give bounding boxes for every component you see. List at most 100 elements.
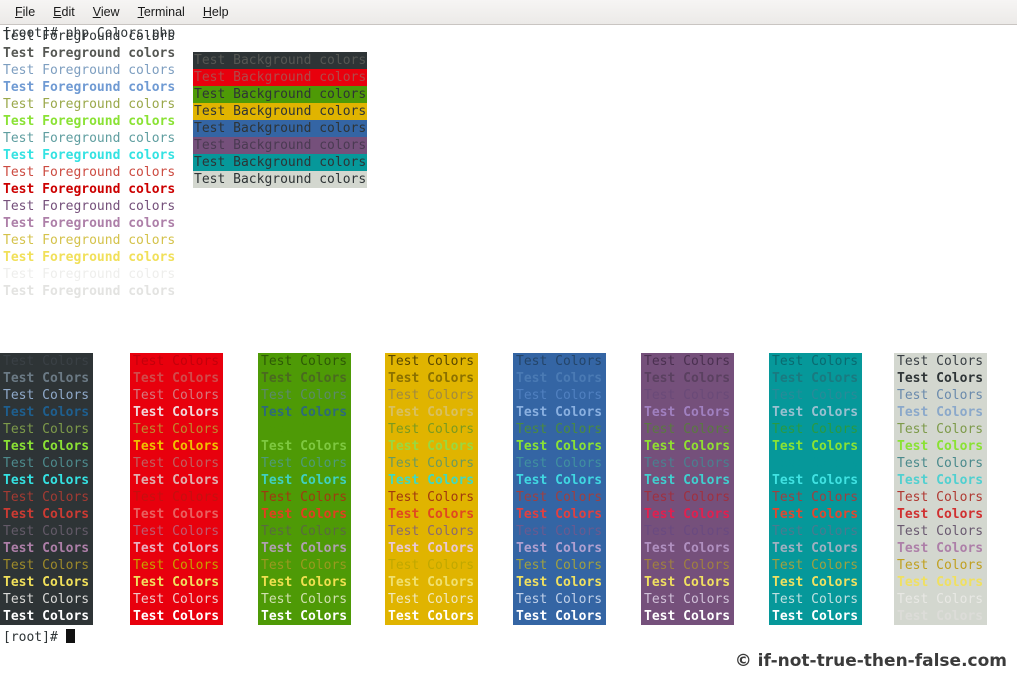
- menu-item-view[interactable]: View: [84, 3, 129, 21]
- block-row: Test Colors: [894, 489, 987, 506]
- block-row: Test Colors: [385, 421, 478, 438]
- block-row: Test Colors: [130, 421, 223, 438]
- block-row: Test Colors: [258, 523, 351, 540]
- block-row: Test Colors: [513, 387, 606, 404]
- block-row: Test Colors: [385, 404, 478, 421]
- block-row: Test Colors: [894, 353, 987, 370]
- block-row: Test Colors: [513, 421, 606, 438]
- block-row: Test Colors: [641, 608, 734, 625]
- block-row: Test Colors: [385, 574, 478, 591]
- foreground-row-bold-magenta: Test Foreground colors: [3, 215, 175, 232]
- foreground-row-blue: Test Foreground colors: [3, 62, 175, 79]
- block-row: Test Colors: [0, 455, 93, 472]
- block-row: Test Colors: [894, 421, 987, 438]
- block-row: Test Colors: [258, 574, 351, 591]
- block-row: Test Colors: [769, 421, 862, 438]
- background-color-list: Test Background colorsTest Background co…: [193, 52, 367, 188]
- block-row: Test Colors: [641, 353, 734, 370]
- foreground-row-red: Test Foreground colors: [3, 164, 175, 181]
- block-row: Test Colors: [769, 540, 862, 557]
- block-row: Test Colors: [130, 438, 223, 455]
- foreground-row-bold-cyan: Test Foreground colors: [3, 147, 175, 164]
- block-row: Test Colors: [769, 506, 862, 523]
- foreground-row-bold-red: Test Foreground colors: [3, 181, 175, 198]
- block-row: Test Colors: [0, 387, 93, 404]
- block-cyan: Test ColorsTest ColorsTest ColorsTest Co…: [769, 353, 862, 625]
- block-row: Test Colors: [894, 574, 987, 591]
- block-row: Test Colors: [769, 438, 862, 455]
- block-row: Test Colors: [130, 523, 223, 540]
- block-row: Test Colors: [130, 387, 223, 404]
- block-row: Test Colors: [769, 591, 862, 608]
- block-row: Test Colors: [769, 387, 862, 404]
- block-row: Test Colors: [385, 387, 478, 404]
- block-red: Test ColorsTest ColorsTest ColorsTest Co…: [130, 353, 223, 625]
- block-row: Test Colors: [513, 608, 606, 625]
- block-row: Test Colors: [641, 455, 734, 472]
- block-row: Test Colors: [513, 574, 606, 591]
- shell-prompt[interactable]: [root]#: [3, 629, 75, 646]
- block-row: Test Colors: [894, 540, 987, 557]
- block-row: Test Colors: [0, 540, 93, 557]
- block-row: Test Colors: [130, 455, 223, 472]
- block-row: Test Colors: [513, 557, 606, 574]
- block-row: Test Colors: [130, 540, 223, 557]
- foreground-row-yellow: Test Foreground colors: [3, 232, 175, 249]
- block-row: Test Colors: [769, 370, 862, 387]
- menu-item-edit[interactable]: Edit: [44, 3, 84, 21]
- block-row: Test Colors: [641, 574, 734, 591]
- block-row: Test Colors: [258, 472, 351, 489]
- block-row: Test Colors: [894, 370, 987, 387]
- block-row: Test Colors: [894, 455, 987, 472]
- block-row: Test Colors: [258, 506, 351, 523]
- block-row: Test Colors: [894, 557, 987, 574]
- block-row: Test Colors: [258, 557, 351, 574]
- block-row: Test Colors: [258, 353, 351, 370]
- block-blue: Test ColorsTest ColorsTest ColorsTest Co…: [513, 353, 606, 625]
- block-row: Test Colors: [513, 591, 606, 608]
- block-row: Test Colors: [130, 472, 223, 489]
- block-row: Test Colors: [641, 540, 734, 557]
- block-row: Test Colors: [385, 608, 478, 625]
- block-row: Test Colors: [0, 574, 93, 591]
- block-row: Test Colors: [130, 557, 223, 574]
- block-row: Test Colors: [769, 472, 862, 489]
- block-row: Test Colors: [641, 472, 734, 489]
- block-row: Test Colors: [258, 404, 351, 421]
- block-row: Test Colors: [0, 591, 93, 608]
- menu-item-terminal[interactable]: Terminal: [129, 3, 194, 21]
- block-row: Test Colors: [130, 489, 223, 506]
- menu-item-file[interactable]: File: [6, 3, 44, 21]
- block-row: Test Colors: [894, 608, 987, 625]
- block-row: Test Colors: [385, 506, 478, 523]
- block-row: Test Colors: [0, 506, 93, 523]
- foreground-row-magenta: Test Foreground colors: [3, 198, 175, 215]
- block-row: Test Colors: [769, 523, 862, 540]
- terminal-window[interactable]: [root]# php Colors.php Test Foreground c…: [0, 25, 1017, 678]
- block-row: Test Colors: [894, 404, 987, 421]
- block-row: Test Colors: [130, 608, 223, 625]
- background-row-bg-blue: Test Background colors: [193, 120, 367, 137]
- block-row: Test Colors: [513, 506, 606, 523]
- block-row: Test Colors: [513, 523, 606, 540]
- foreground-row-green: Test Foreground colors: [3, 96, 175, 113]
- menu-item-help[interactable]: Help: [194, 3, 238, 21]
- block-row: Test Colors: [258, 438, 351, 455]
- menu-bar: FileEditViewTerminalHelp: [0, 0, 1017, 25]
- block-row: Test Colors: [385, 523, 478, 540]
- block-row: Test Colors: [0, 438, 93, 455]
- block-yellow: Test ColorsTest ColorsTest ColorsTest Co…: [385, 353, 478, 625]
- block-row: Test Colors: [385, 472, 478, 489]
- block-row: Test Colors: [130, 404, 223, 421]
- block-row: Test Colors: [0, 353, 93, 370]
- block-row: Test Colors: [513, 353, 606, 370]
- block-row: Test Colors: [641, 438, 734, 455]
- block-row: Test Colors: [0, 523, 93, 540]
- block-row: Test Colors: [130, 574, 223, 591]
- block-row: Test Colors: [0, 608, 93, 625]
- foreground-row-bold-yellow: Test Foreground colors: [3, 249, 175, 266]
- block-row: Test Colors: [894, 523, 987, 540]
- block-row: Test Colors: [130, 506, 223, 523]
- block-row: Test Colors: [894, 506, 987, 523]
- foreground-row-black: Test Foreground colors: [3, 28, 175, 45]
